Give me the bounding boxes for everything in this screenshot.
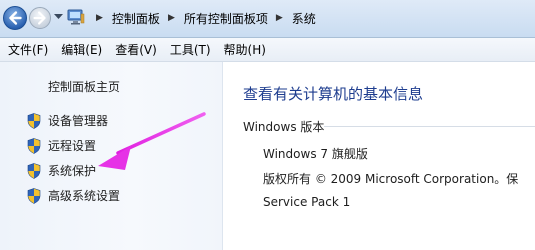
breadcrumb-separator-icon[interactable]: ▶: [168, 13, 175, 23]
shield-icon: [27, 112, 41, 129]
copyright-text: 版权所有 © 2009 Microsoft Corporation。保: [263, 172, 519, 186]
breadcrumb: ▶ 控制面板 ▶ 所有控制面板项 ▶ 系统: [88, 9, 316, 27]
address-bar: ▶ 控制面板 ▶ 所有控制面板项 ▶ 系统: [0, 0, 535, 38]
forward-arrow-icon: [33, 11, 46, 25]
task-device-manager[interactable]: 设备管理器: [27, 112, 108, 129]
forward-button[interactable]: [29, 7, 51, 29]
section-divider: [324, 126, 535, 127]
page-title: 查看有关计算机的基本信息: [243, 85, 424, 103]
task-label: 高级系统设置: [48, 189, 121, 203]
menu-file[interactable]: 文件(F): [0, 41, 53, 58]
shield-icon: [27, 187, 41, 204]
breadcrumb-item-system[interactable]: 系统: [292, 10, 316, 27]
menu-help[interactable]: 帮助(H): [218, 41, 271, 58]
windows-edition-value: Windows 7 旗舰版: [263, 147, 368, 161]
task-label: 系统保护: [48, 164, 97, 178]
section-heading-windows-edition: Windows 版本: [243, 120, 325, 134]
control-panel-home-link[interactable]: 控制面板主页: [48, 78, 120, 95]
back-arrow-icon: [9, 11, 22, 25]
back-button[interactable]: [3, 6, 27, 30]
task-advanced-system-settings[interactable]: 高级系统设置: [27, 187, 120, 204]
menu-tools[interactable]: 工具(T): [164, 41, 216, 58]
breadcrumb-separator-icon[interactable]: ▶: [276, 13, 283, 23]
menu-bar: 文件(F) 编辑(E) 查看(V) 工具(T) 帮助(H): [0, 38, 535, 62]
recent-pages-dropdown-icon[interactable]: [54, 14, 63, 20]
breadcrumb-item-control-panel[interactable]: 控制面板: [112, 10, 160, 27]
menu-view[interactable]: 查看(V): [109, 41, 162, 58]
computer-icon: [67, 9, 85, 25]
service-pack-value: Service Pack 1: [263, 195, 351, 209]
shield-icon: [27, 137, 41, 154]
task-remote-settings[interactable]: 远程设置: [27, 137, 96, 154]
task-label: 远程设置: [48, 139, 97, 153]
task-system-protection[interactable]: 系统保护: [27, 162, 96, 179]
task-label: 设备管理器: [48, 114, 109, 128]
breadcrumb-separator-icon[interactable]: ▶: [96, 13, 103, 23]
breadcrumb-item-all-control-panel-items[interactable]: 所有控制面板项: [184, 10, 268, 27]
menu-edit[interactable]: 编辑(E): [55, 41, 107, 58]
shield-icon: [27, 162, 41, 179]
